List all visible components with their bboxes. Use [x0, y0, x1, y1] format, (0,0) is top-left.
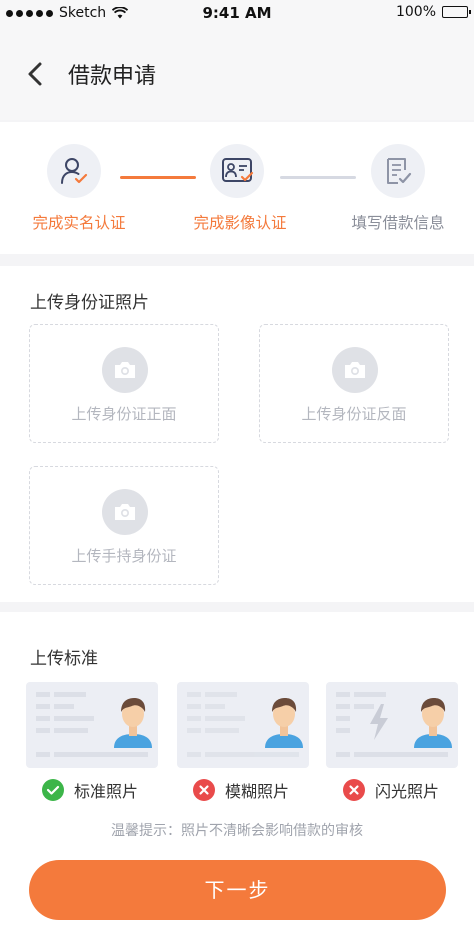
sample-standard-label: 标准照片	[74, 782, 139, 801]
step-3-circle	[371, 144, 425, 198]
id-card-sample-icon	[336, 692, 452, 757]
camera-icon	[102, 489, 148, 535]
x-circle-icon	[343, 779, 365, 801]
upload-id-front-label: 上传身份证正面	[71, 405, 177, 423]
sample-standard-image	[26, 682, 158, 768]
id-card-check-icon	[222, 158, 254, 182]
step-3-label: 填写借款信息	[351, 214, 445, 232]
back-button[interactable]	[22, 60, 50, 88]
chevron-left-icon	[28, 62, 42, 86]
battery-icon	[442, 6, 471, 18]
lightning-icon	[370, 704, 388, 740]
sample-blurry-caption: 模糊照片	[193, 778, 289, 802]
step-1-label: 完成实名认证	[32, 214, 126, 232]
upload-standard-section: 上传标准 标准照片 模糊照片 闪光照片 温馨提示：照片不清晰会影响借款的审核 下…	[0, 612, 474, 935]
step-2-label: 完成影像认证	[193, 214, 287, 232]
upload-section: 上传身份证照片 上传身份证正面 上传身份证反面 上传手持身份证	[0, 266, 474, 602]
check-circle-icon	[42, 779, 64, 801]
progress-steps: 完成实名认证 完成影像认证 填写借款信息	[0, 122, 474, 254]
page-title: 借款申请	[68, 64, 157, 89]
sample-flash-caption: 闪光照片	[343, 778, 439, 802]
step-1-circle	[47, 144, 101, 198]
nav-bar: 借款申请	[0, 28, 474, 120]
upload-id-back-label: 上传身份证反面	[301, 405, 407, 423]
upload-id-front-button[interactable]: 上传身份证正面	[29, 324, 219, 443]
next-step-button[interactable]: 下一步	[29, 860, 446, 920]
sample-flash-label: 闪光照片	[375, 782, 440, 801]
camera-icon	[102, 347, 148, 393]
id-card-sample-icon	[187, 692, 303, 757]
id-card-sample-icon	[36, 692, 152, 757]
status-bar: Sketch 9:41 AM 100%	[0, 0, 474, 28]
upload-id-back-button[interactable]: 上传身份证反面	[259, 324, 449, 443]
status-right: 100%	[395, 4, 471, 20]
upload-id-handheld-button[interactable]: 上传手持身份证	[29, 466, 219, 585]
x-circle-icon	[193, 779, 215, 801]
battery-percent: 100%	[395, 4, 436, 20]
camera-icon	[332, 347, 378, 393]
sample-blurry-image	[177, 682, 309, 768]
tip-text: 温馨提示：照片不清晰会影响借款的审核	[111, 823, 363, 839]
step-connector-2	[280, 176, 356, 179]
step-2-circle	[210, 144, 264, 198]
form-edit-icon	[387, 158, 412, 184]
sample-standard-caption: 标准照片	[42, 778, 138, 802]
upload-id-handheld-label: 上传手持身份证	[71, 547, 177, 565]
sample-flash-image	[326, 682, 458, 768]
standard-section-title: 上传标准	[30, 649, 98, 669]
user-check-icon	[61, 158, 88, 184]
upload-section-title: 上传身份证照片	[30, 293, 149, 313]
sample-blurry-label: 模糊照片	[225, 782, 290, 801]
step-connector-1	[120, 176, 196, 179]
